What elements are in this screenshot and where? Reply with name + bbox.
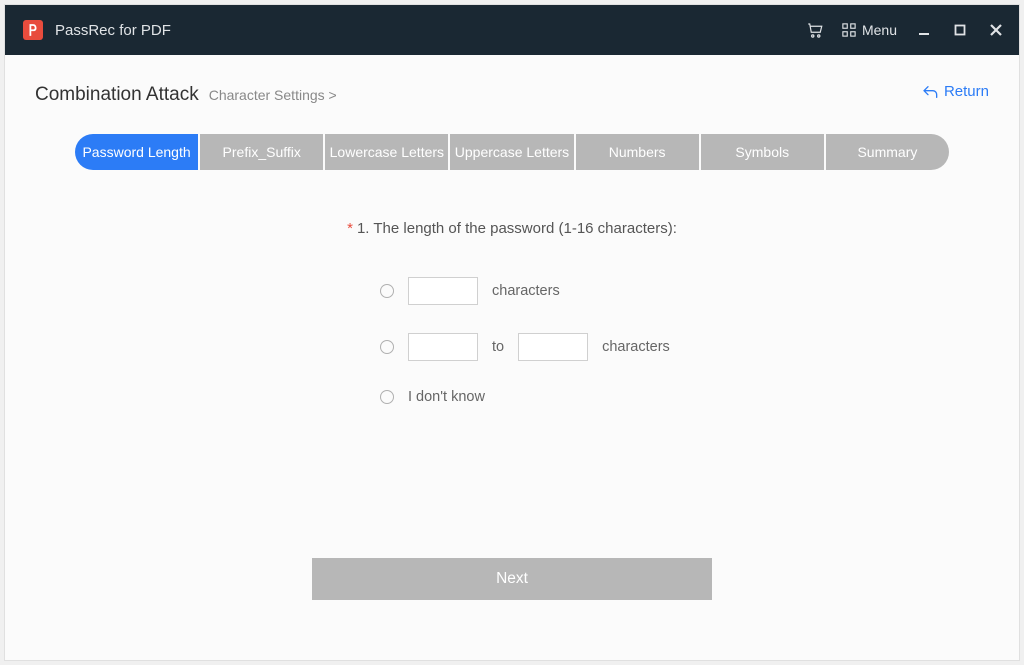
return-button[interactable]: Return xyxy=(922,83,989,100)
exact-length-input[interactable] xyxy=(408,277,478,305)
titlebar: PassRec for PDF Menu xyxy=(5,5,1019,55)
radio-range[interactable] xyxy=(380,340,394,354)
tab-prefix-suffix[interactable]: Prefix_Suffix xyxy=(200,134,323,170)
return-icon xyxy=(922,84,938,100)
option-exact-length: characters xyxy=(380,277,989,305)
range-min-input[interactable] xyxy=(408,333,478,361)
close-icon xyxy=(988,22,1004,38)
next-button[interactable]: Next xyxy=(312,558,712,600)
radio-exact[interactable] xyxy=(380,284,394,298)
minimize-icon xyxy=(917,23,931,37)
question-text: 1. The length of the password (1-16 char… xyxy=(357,220,677,237)
range-mid: to xyxy=(492,339,504,355)
cart-button[interactable] xyxy=(806,21,824,39)
page-header: Combination Attack Character Settings > … xyxy=(35,83,989,106)
app-title: PassRec for PDF xyxy=(55,22,171,39)
tab-summary[interactable]: Summary xyxy=(826,134,949,170)
option-unknown: I don't know xyxy=(380,389,989,405)
return-label: Return xyxy=(944,83,989,100)
cart-icon xyxy=(806,21,824,39)
radio-unknown[interactable] xyxy=(380,390,394,404)
titlebar-controls: Menu xyxy=(806,21,1005,39)
option-range-length: to characters xyxy=(380,333,989,361)
tab-uppercase[interactable]: Uppercase Letters xyxy=(450,134,573,170)
form-area: * 1. The length of the password (1-16 ch… xyxy=(35,220,989,641)
close-button[interactable] xyxy=(987,22,1005,38)
options-group: characters to characters I don't know xyxy=(35,277,989,405)
content-area: Combination Attack Character Settings > … xyxy=(5,55,1019,660)
menu-button[interactable]: Menu xyxy=(842,22,897,38)
app-icon xyxy=(23,20,43,40)
tab-symbols[interactable]: Symbols xyxy=(701,134,824,170)
required-mark: * xyxy=(347,220,353,237)
tab-numbers[interactable]: Numbers xyxy=(576,134,699,170)
range-suffix: characters xyxy=(602,339,670,355)
range-max-input[interactable] xyxy=(518,333,588,361)
breadcrumb: Character Settings > xyxy=(209,87,337,103)
step-tabs: Password Length Prefix_Suffix Lowercase … xyxy=(75,134,949,170)
question-row: * 1. The length of the password (1-16 ch… xyxy=(35,220,989,237)
maximize-button[interactable] xyxy=(951,23,969,37)
app-window: PassRec for PDF Menu xyxy=(4,4,1020,661)
unknown-label: I don't know xyxy=(408,389,485,405)
menu-grid-icon xyxy=(842,23,856,37)
exact-suffix: characters xyxy=(492,283,560,299)
menu-label: Menu xyxy=(862,22,897,38)
minimize-button[interactable] xyxy=(915,23,933,37)
maximize-icon xyxy=(953,23,967,37)
tab-lowercase[interactable]: Lowercase Letters xyxy=(325,134,448,170)
tab-password-length[interactable]: Password Length xyxy=(75,134,198,170)
page-title: Combination Attack xyxy=(35,84,199,106)
